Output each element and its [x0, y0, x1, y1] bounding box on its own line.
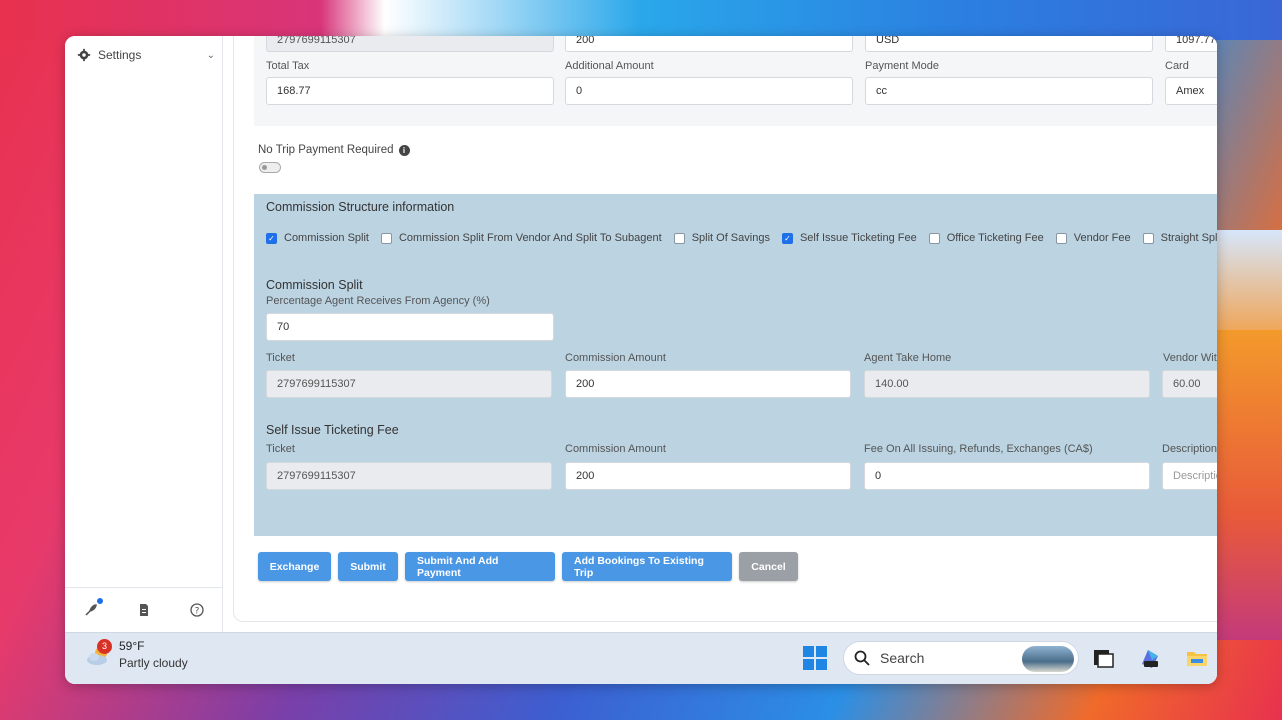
option-label: Straight Split [1160, 232, 1217, 244]
app-window: Settings ⌄ ? 2797699115307 200 USD 1097.… [65, 36, 1217, 684]
gear-icon [77, 48, 91, 62]
payment-details-panel: 2797699115307 200 USD 1097.77 Total Tax … [254, 36, 1217, 126]
info-icon[interactable]: i [398, 144, 410, 156]
m365-icon[interactable] [1138, 646, 1162, 670]
checkbox[interactable] [1055, 232, 1067, 244]
checkbox[interactable] [928, 232, 940, 244]
self-issue-title: Self Issue Ticketing Fee [266, 423, 399, 437]
payment-mode-label: Payment Mode [865, 60, 939, 72]
additional-amount-input[interactable]: 0 [565, 77, 853, 105]
commission-structure-title: Commission Structure information [266, 200, 455, 214]
windows-start-icon[interactable] [802, 645, 828, 671]
weather-desc: Partly cloudy [119, 656, 188, 670]
search-icon [854, 650, 870, 666]
option-label: Commission Split From Vendor And Split T… [398, 232, 662, 244]
fee-input[interactable]: 0 [864, 462, 1150, 490]
weather-widget[interactable]: 3 59°F Partly cloudy [85, 638, 188, 670]
add-bookings-button[interactable]: Add Bookings To Existing Trip [562, 552, 732, 581]
card-input[interactable]: Amex [1165, 77, 1217, 105]
percentage-label: Percentage Agent Receives From Agency (%… [266, 295, 490, 307]
split-commission-amount-input[interactable]: 200 [565, 370, 851, 398]
option-commission-split[interactable]: ✓ Commission Split [266, 232, 369, 244]
notification-dot [97, 597, 104, 604]
description-input[interactable]: Description [1162, 462, 1217, 490]
option-straight-split[interactable]: Straight Split [1142, 232, 1217, 244]
no-trip-payment-label: No Trip Payment Required i [258, 144, 410, 156]
fee-label: Fee On All Issuing, Refunds, Exchanges (… [864, 443, 1093, 455]
total-tax-input[interactable]: 168.77 [266, 77, 554, 105]
svg-text:?: ? [194, 606, 199, 616]
checkbox[interactable] [1142, 232, 1154, 244]
ticket-label: Ticket [266, 352, 295, 364]
taskbar: 3 59°F Partly cloudy Search [65, 632, 1217, 684]
commission-structure-panel: Commission Structure information ✓ Commi… [254, 194, 1217, 536]
weather-temp: 59°F [119, 639, 145, 653]
card-label: Card [1165, 60, 1189, 72]
option-self-issue-ticketing-fee[interactable]: ✓ Self Issue Ticketing Fee [781, 232, 917, 244]
total-tax-label: Total Tax [266, 60, 310, 72]
commission-amount-label: Commission Amount [565, 443, 666, 455]
sidebar: Settings ⌄ ? [65, 36, 223, 632]
commission-split-title: Commission Split [266, 278, 363, 292]
weather-text: 59°F Partly cloudy [119, 639, 188, 670]
sidebar-item-label: Settings [98, 48, 142, 62]
currency-field[interactable]: USD [865, 36, 1153, 52]
document-icon[interactable] [137, 603, 151, 617]
agent-take-home-field: 140.00 [864, 370, 1150, 398]
help-icon[interactable]: ? [189, 602, 204, 617]
vendor-withholding-label: Vendor Withholding [1163, 352, 1217, 364]
option-vendor-fee[interactable]: Vendor Fee [1055, 232, 1131, 244]
checkbox[interactable] [673, 232, 685, 244]
main-content: 2797699115307 200 USD 1097.77 Total Tax … [233, 36, 1217, 622]
checkbox-checked[interactable]: ✓ [266, 232, 277, 244]
search-label: Search [880, 650, 925, 666]
additional-amount-label: Additional Amount [565, 60, 654, 72]
option-label: Self Issue Ticketing Fee [799, 232, 917, 244]
cancel-button[interactable]: Cancel [739, 552, 798, 581]
option-label: Split Of Savings [691, 232, 770, 244]
file-explorer-icon[interactable] [1185, 646, 1209, 670]
submit-add-payment-button[interactable]: Submit And Add Payment [405, 552, 555, 581]
payment-mode-input[interactable]: cc [865, 77, 1153, 105]
option-label: Office Ticketing Fee [946, 232, 1044, 244]
percentage-input[interactable]: 70 [266, 313, 554, 341]
commission-amount-label: Commission Amount [565, 352, 666, 364]
checkbox-checked[interactable]: ✓ [781, 232, 793, 244]
agent-take-home-label: Agent Take Home [864, 352, 952, 364]
option-label: Vendor Fee [1073, 232, 1131, 244]
desktop-wallpaper-top [0, 0, 1282, 40]
total-field[interactable]: 1097.77 [1165, 36, 1217, 52]
no-trip-payment-toggle[interactable] [259, 162, 281, 173]
self-issue-ticket-field: 2797699115307 [266, 462, 552, 490]
weather-badge: 3 [97, 638, 112, 654]
ticket-label: Ticket [266, 443, 295, 455]
description-label: Description [1162, 443, 1217, 455]
sidebar-footer: ? [65, 587, 223, 631]
no-trip-payment-text: No Trip Payment Required [258, 144, 394, 156]
rocket-icon[interactable] [84, 597, 104, 617]
self-issue-commission-amount-input[interactable]: 200 [565, 462, 851, 490]
submit-button[interactable]: Submit [338, 552, 398, 581]
option-commission-split-vendor[interactable]: Commission Split From Vendor And Split T… [380, 232, 662, 244]
sidebar-item-settings[interactable]: Settings ⌄ [77, 44, 215, 66]
ticket-number-field: 2797699115307 [266, 36, 554, 52]
desktop-wallpaper-orange [1212, 330, 1282, 640]
option-label: Commission Split [284, 232, 369, 244]
commission-options: ✓ Commission Split Commission Split From… [266, 232, 1217, 244]
checkbox[interactable] [380, 232, 392, 244]
taskbar-search[interactable]: Search [843, 641, 1079, 675]
split-ticket-field: 2797699115307 [266, 370, 552, 398]
option-split-of-savings[interactable]: Split Of Savings [673, 232, 770, 244]
search-highlight-image [1022, 646, 1074, 672]
partly-cloudy-icon: 3 [85, 638, 113, 669]
chevron-down-icon: ⌄ [206, 49, 215, 61]
task-view-icon[interactable] [1091, 646, 1115, 670]
option-office-ticketing-fee[interactable]: Office Ticketing Fee [928, 232, 1044, 244]
form-actions: Exchange Submit Submit And Add Payment A… [258, 552, 805, 581]
vendor-withholding-field: 60.00 [1162, 370, 1217, 398]
amount-field[interactable]: 200 [565, 36, 853, 52]
exchange-button[interactable]: Exchange [258, 552, 331, 581]
